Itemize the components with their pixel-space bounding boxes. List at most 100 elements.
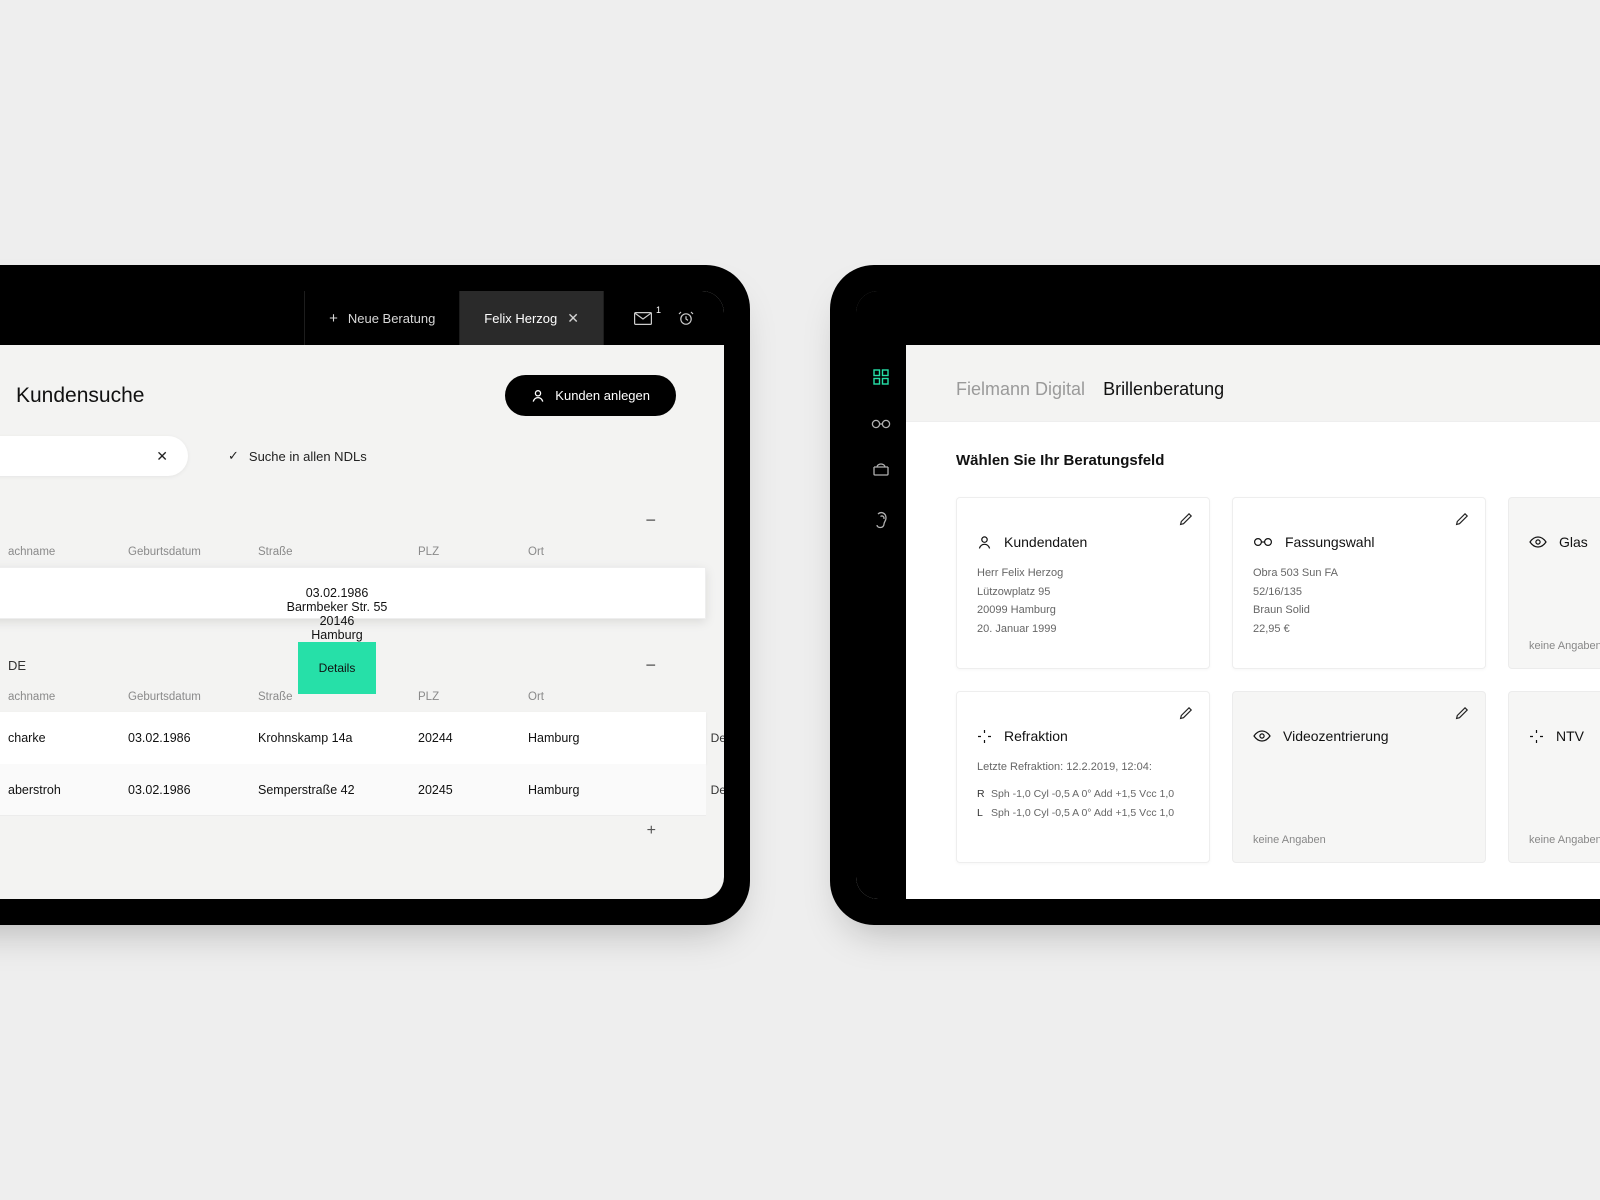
mail-icon[interactable]: 1 bbox=[634, 312, 652, 325]
details-button[interactable]: Details bbox=[298, 642, 376, 694]
tab-new-consultation[interactable]: + Neue Beratung bbox=[304, 291, 459, 345]
col-birthdate: Geburtsdatum bbox=[128, 546, 258, 558]
breadcrumb: Fielmann Digital Brillenberatung bbox=[906, 345, 1600, 422]
tab-active-customer[interactable]: Felix Herzog ✕ bbox=[459, 291, 603, 345]
alarm-icon[interactable] bbox=[678, 310, 694, 326]
cell-street: Krohnskamp 14a bbox=[258, 731, 418, 745]
expand-icon[interactable]: + bbox=[647, 822, 656, 840]
cell-city: Hamburg bbox=[528, 731, 678, 745]
card-videozentrierung[interactable]: Videozentrierung keine Angaben bbox=[1232, 691, 1486, 863]
col-zip: PLZ bbox=[418, 546, 528, 558]
card-subtitle: Letzte Refraktion: 12.2.2019, 12:04: bbox=[977, 758, 1189, 777]
table-row[interactable]: aberstroh 03.02.1986 Semperstraße 42 202… bbox=[0, 764, 706, 816]
cell-birthdate: 03.02.1986 bbox=[128, 731, 258, 745]
col-lastname: achname bbox=[8, 691, 128, 703]
cell-zip: 20146 bbox=[320, 614, 355, 628]
card-line: 52/16/135 bbox=[1253, 583, 1465, 602]
topbar-right: + Neue Beratung bbox=[856, 291, 1600, 345]
collapse-icon[interactable]: − bbox=[645, 510, 656, 531]
person-icon bbox=[531, 389, 545, 403]
card-title: Videozentrierung bbox=[1283, 728, 1389, 744]
group-label: DE bbox=[8, 658, 26, 673]
tablet-left: + Neue Beratung Felix Herzog ✕ 1 bbox=[0, 265, 750, 925]
person-icon bbox=[977, 535, 992, 550]
glasses-icon bbox=[1253, 537, 1273, 547]
cell-zip: 20244 bbox=[418, 731, 528, 745]
edit-icon[interactable] bbox=[1178, 512, 1193, 527]
edit-icon[interactable] bbox=[1454, 512, 1469, 527]
card-title: Kundendaten bbox=[1004, 534, 1087, 550]
card-line: Obra 503 Sun FA bbox=[1253, 564, 1465, 583]
tablet-right: + Neue Beratung bbox=[830, 265, 1600, 925]
cell-street: Semperstraße 42 bbox=[258, 783, 418, 797]
target-icon bbox=[977, 729, 992, 744]
table-header: achname Geburtsdatum Straße PLZ Ort bbox=[0, 537, 706, 567]
tray-icon[interactable] bbox=[872, 463, 890, 477]
col-birthdate: Geburtsdatum bbox=[128, 691, 258, 703]
panel-title: Wählen Sie Ihr Beratungsfeld bbox=[956, 452, 1600, 469]
card-line: 20099 Hamburg bbox=[977, 601, 1189, 620]
card-refraktion[interactable]: Refraktion Letzte Refraktion: 12.2.2019,… bbox=[956, 691, 1210, 863]
eye-icon bbox=[1253, 730, 1271, 742]
refraktion-line-r: RSph -1,0 Cyl -0,5 A 0° Add +1,5 Vcc 1,0 bbox=[977, 785, 1189, 804]
refraktion-line-l: LSph -1,0 Cyl -0,5 A 0° Add +1,5 Vcc 1,0 bbox=[977, 804, 1189, 823]
edit-icon[interactable] bbox=[1454, 706, 1469, 721]
create-customer-label: Kunden anlegen bbox=[555, 388, 650, 403]
card-title: Refraktion bbox=[1004, 728, 1068, 744]
tab-active-label: Felix Herzog bbox=[484, 311, 557, 326]
ear-icon[interactable] bbox=[874, 511, 888, 529]
tab-new-label: Neue Beratung bbox=[348, 311, 435, 326]
table-row[interactable]: charke 03.02.1986 Krohnskamp 14a 20244 H… bbox=[0, 712, 706, 764]
breadcrumb-brand: Fielmann Digital bbox=[956, 379, 1085, 400]
card-title: NTV bbox=[1556, 728, 1584, 744]
cell-zip: 20245 bbox=[418, 783, 528, 797]
plus-icon: + bbox=[329, 311, 338, 326]
col-lastname: achname bbox=[8, 546, 128, 558]
cell-lastname: charke bbox=[8, 731, 128, 745]
card-line: 20. Januar 1999 bbox=[977, 620, 1189, 639]
result-group-header[interactable]: − bbox=[0, 500, 706, 537]
topbar-icons: 1 bbox=[603, 291, 724, 345]
dashboard-icon[interactable] bbox=[873, 369, 889, 385]
col-city: Ort bbox=[528, 691, 678, 703]
cell-birthdate: 03.02.1986 bbox=[128, 783, 258, 797]
filter-all-ndls[interactable]: ✓ Suche in allen NDLs bbox=[228, 448, 367, 464]
clear-search-icon[interactable]: ✕ bbox=[156, 448, 168, 465]
card-footer: keine Angaben bbox=[1253, 834, 1465, 846]
close-icon[interactable]: ✕ bbox=[567, 310, 579, 327]
cell-street: Barmbeker Str. 55 bbox=[287, 600, 388, 614]
card-ntv[interactable]: NTV keine Angaben bbox=[1508, 691, 1600, 863]
create-customer-button[interactable]: Kunden anlegen bbox=[505, 375, 676, 416]
page-title: Kundensuche bbox=[16, 384, 144, 408]
table-row[interactable]: int 03.02.1986 Barmbeker Str. 55 20146 H… bbox=[0, 567, 706, 619]
card-line: Braun Solid bbox=[1253, 601, 1465, 620]
mail-badge: 1 bbox=[656, 305, 661, 315]
collapse-icon[interactable]: − bbox=[645, 655, 656, 676]
card-fassungswahl[interactable]: Fassungswahl Obra 503 Sun FA 52/16/135 B… bbox=[1232, 497, 1486, 669]
side-rail bbox=[856, 291, 906, 899]
card-kundendaten[interactable]: Kundendaten Herr Felix Herzog Lützowplat… bbox=[956, 497, 1210, 669]
cell-lastname: aberstroh bbox=[8, 783, 128, 797]
card-title: Fassungswahl bbox=[1285, 534, 1375, 550]
topbar-left: + Neue Beratung Felix Herzog ✕ 1 bbox=[0, 291, 724, 345]
glasses-icon[interactable] bbox=[871, 419, 891, 429]
cell-birthdate: 03.02.1986 bbox=[306, 586, 369, 600]
card-line: 22,95 € bbox=[1253, 620, 1465, 639]
card-title: Glas bbox=[1559, 534, 1588, 550]
card-line: Herr Felix Herzog bbox=[977, 564, 1189, 583]
target-icon bbox=[1529, 729, 1544, 744]
col-zip: PLZ bbox=[418, 691, 528, 703]
card-footer: keine Angaben bbox=[1529, 640, 1600, 652]
col-street: Straße bbox=[258, 546, 418, 558]
breadcrumb-page: Brillenberatung bbox=[1103, 379, 1224, 400]
details-button[interactable]: Details bbox=[690, 712, 724, 764]
card-glas[interactable]: Glas keine Angaben bbox=[1508, 497, 1600, 669]
filter-label: Suche in allen NDLs bbox=[249, 449, 367, 464]
eye-icon bbox=[1529, 536, 1547, 548]
card-line: Lützowplatz 95 bbox=[977, 583, 1189, 602]
check-icon: ✓ bbox=[228, 448, 239, 464]
search-input[interactable]: ✕ bbox=[0, 436, 188, 476]
edit-icon[interactable] bbox=[1178, 706, 1193, 721]
cell-city: Hamburg bbox=[528, 783, 678, 797]
details-button[interactable]: Details bbox=[690, 764, 724, 816]
